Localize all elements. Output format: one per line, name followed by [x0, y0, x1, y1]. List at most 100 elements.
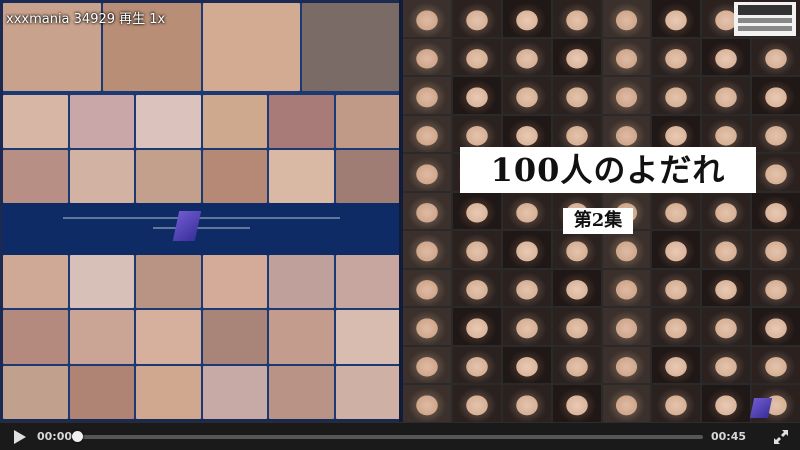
photo-thumbnail: [136, 310, 201, 364]
face-thumbnail: [552, 38, 601, 76]
face-thumbnail: [502, 385, 551, 422]
face-thumbnail: [452, 0, 501, 37]
photo-thumbnail: [3, 255, 68, 309]
current-time: 00:00: [37, 430, 73, 443]
face-thumbnail: [403, 154, 451, 191]
photo-thumbnail: [3, 310, 68, 364]
photo-thumbnail: [3, 150, 68, 203]
face-thumbnail: [452, 77, 501, 114]
face-thumbnail: [602, 308, 651, 345]
face-thumbnail: [502, 192, 551, 230]
face-thumbnail: [702, 269, 751, 307]
photo-thumbnail: [269, 95, 334, 148]
face-thumbnail: [452, 38, 501, 76]
face-thumbnail: [702, 192, 751, 230]
face-thumbnail: [652, 231, 701, 268]
video-player[interactable]: 100人のよだれ 第2集 xxxmania 34929 再生 1x 00:00 …: [0, 0, 800, 450]
progress-track: [76, 435, 703, 439]
photo-thumbnail: [202, 310, 267, 364]
face-thumbnail: [752, 346, 800, 384]
face-thumbnail: [502, 346, 551, 384]
face-thumbnail: [403, 192, 451, 230]
photo-thumbnail: [302, 3, 400, 91]
progress-handle[interactable]: [72, 431, 83, 442]
band-text-line: [153, 227, 250, 229]
face-thumbnail: [502, 231, 551, 268]
progress-bar[interactable]: [72, 431, 703, 442]
cover-right-panel: 100人のよだれ 第2集: [403, 0, 800, 422]
face-thumbnail: [452, 231, 501, 268]
face-thumbnail: [652, 115, 701, 153]
face-thumbnail: [452, 115, 501, 153]
face-thumbnail: [552, 308, 601, 345]
face-thumbnail: [702, 115, 751, 153]
photo-thumbnail: [202, 365, 267, 419]
photo-thumbnail: [69, 150, 134, 203]
photo-thumbnail: [269, 365, 334, 419]
cover-band: [3, 203, 400, 255]
photo-thumbnail: [335, 365, 400, 419]
face-thumbnail: [702, 38, 751, 76]
face-thumbnail: [602, 0, 651, 37]
fullscreen-button[interactable]: [772, 428, 790, 446]
photo-thumbnail: [3, 95, 68, 148]
face-thumbnail: [552, 231, 601, 268]
video-poster[interactable]: 100人のよだれ 第2集 xxxmania 34929 再生 1x: [0, 0, 800, 422]
face-thumbnail: [602, 269, 651, 307]
face-thumbnail: [752, 269, 800, 307]
play-icon: [14, 430, 26, 444]
duration-time: 00:45: [711, 430, 747, 443]
face-thumbnail: [403, 38, 451, 76]
face-thumbnail: [602, 231, 651, 268]
face-thumbnail: [702, 231, 751, 268]
face-thumbnail: [652, 385, 701, 422]
face-thumbnail: [552, 269, 601, 307]
photo-thumbnail: [136, 365, 201, 419]
face-thumbnail: [452, 269, 501, 307]
face-thumbnail: [752, 308, 800, 345]
face-thumbnail: [403, 308, 451, 345]
photo-thumbnail: [136, 150, 201, 203]
face-thumbnail: [602, 385, 651, 422]
video-title-overlay: xxxmania 34929 再生 1x: [6, 12, 166, 27]
photo-thumbnail: [136, 95, 201, 148]
face-thumbnail: [602, 115, 651, 153]
play-button[interactable]: [10, 428, 28, 446]
face-thumbnail: [502, 38, 551, 76]
face-thumbnail: [502, 77, 551, 114]
face-thumbnail: [652, 346, 701, 384]
face-thumbnail: [452, 385, 501, 422]
face-thumbnail: [752, 231, 800, 268]
photo-thumbnail: [202, 255, 267, 309]
cover-badge: [734, 2, 796, 36]
face-thumbnail: [502, 115, 551, 153]
face-thumbnail: [403, 231, 451, 268]
face-thumbnail: [652, 0, 701, 37]
face-thumbnail: [403, 385, 451, 422]
face-thumbnail: [452, 308, 501, 345]
photo-thumbnail: [136, 255, 201, 309]
band-text-line: [63, 217, 340, 219]
face-thumbnail: [403, 346, 451, 384]
photo-grid-middle: [3, 95, 400, 203]
photo-thumbnail: [69, 95, 134, 148]
face-thumbnail: [752, 192, 800, 230]
face-thumbnail: [552, 77, 601, 114]
cover-left-panel: [3, 3, 400, 419]
face-thumbnail: [652, 308, 701, 345]
fullscreen-icon: [774, 430, 788, 444]
face-thumbnail: [452, 192, 501, 230]
face-thumbnail: [752, 115, 800, 153]
face-thumbnail: [752, 77, 800, 114]
face-thumbnail: [752, 38, 800, 76]
face-thumbnail: [702, 308, 751, 345]
face-thumbnail: [502, 0, 551, 37]
face-thumbnail: [652, 38, 701, 76]
face-thumbnail: [652, 192, 701, 230]
photo-thumbnail: [335, 255, 400, 309]
face-thumbnail: [702, 385, 751, 422]
face-thumbnail: [502, 269, 551, 307]
face-thumbnail: [652, 77, 701, 114]
face-thumbnail: [602, 346, 651, 384]
face-thumbnail: [702, 346, 751, 384]
